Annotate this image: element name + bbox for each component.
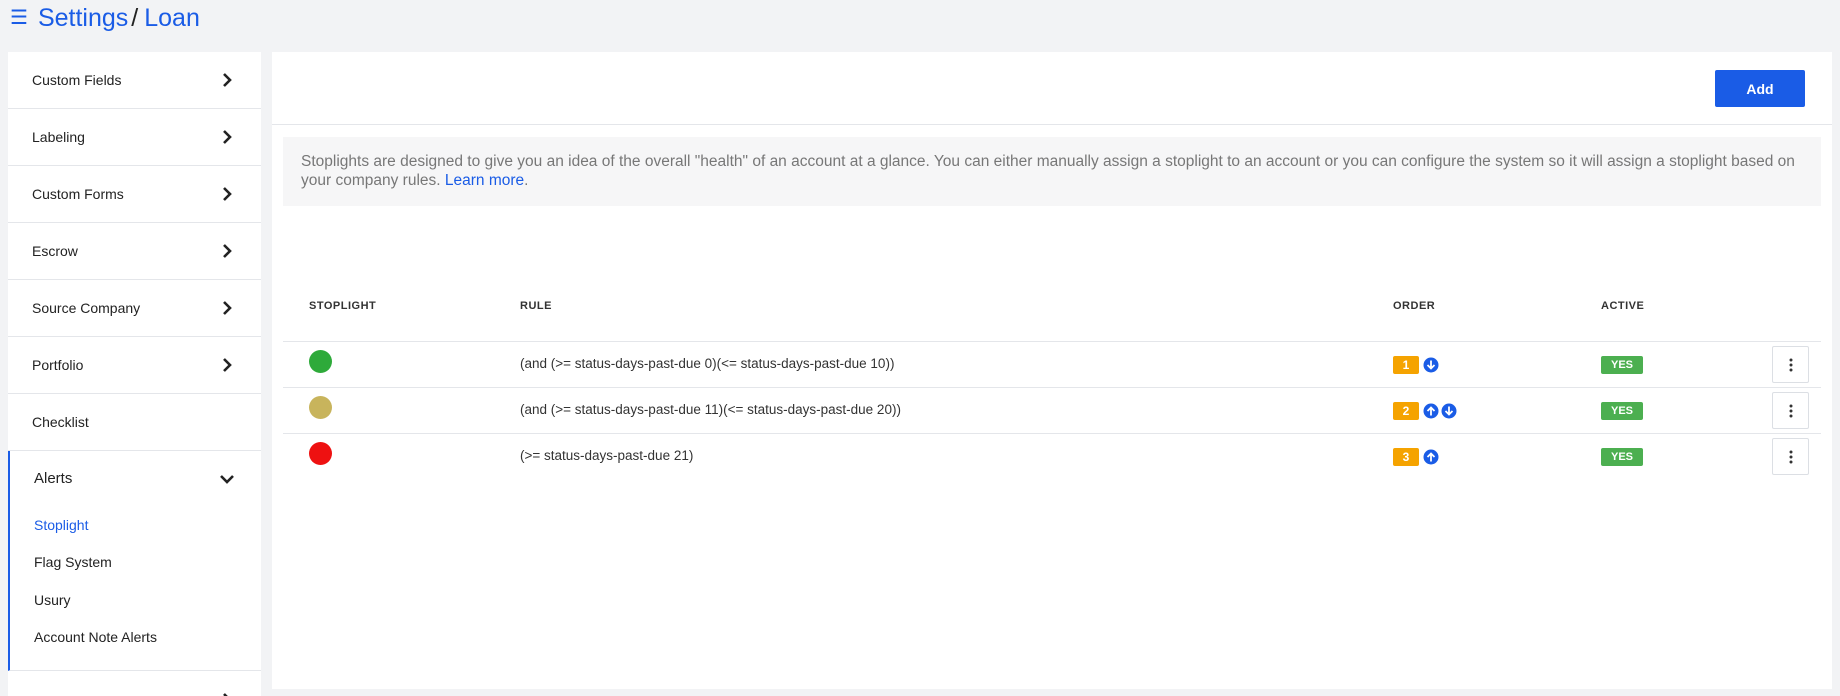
main-panel: Add Stoplights are designed to give you … bbox=[272, 52, 1832, 689]
sidebar-item-alerts[interactable]: Alerts bbox=[10, 451, 261, 506]
sidebar-item-partial[interactable] bbox=[8, 671, 261, 696]
breadcrumb-loan[interactable]: Loan bbox=[144, 4, 200, 33]
rule-text: (>= status-days-past-due 21) bbox=[520, 448, 694, 463]
order-badge: 3 bbox=[1393, 448, 1419, 466]
arrow-down-circle-icon[interactable] bbox=[1423, 357, 1439, 373]
hamburger-icon[interactable]: ☰ bbox=[10, 8, 28, 28]
add-button[interactable]: Add bbox=[1715, 70, 1805, 107]
table-row: (and (>= status-days-past-due 11)(<= sta… bbox=[283, 388, 1821, 434]
rule-text: (and (>= status-days-past-due 0)(<= stat… bbox=[520, 356, 895, 371]
chevron-right-icon bbox=[223, 73, 232, 87]
breadcrumb-settings[interactable]: Settings bbox=[38, 4, 128, 33]
sidebar-item-checklist[interactable]: Checklist bbox=[8, 394, 261, 451]
column-header-order: ORDER bbox=[1393, 300, 1436, 312]
sidebar-item-label: Checklist bbox=[32, 414, 89, 430]
arrow-up-circle-icon[interactable] bbox=[1423, 449, 1439, 465]
sidebar-subitem-flag-system[interactable]: Flag System bbox=[10, 544, 261, 582]
sidebar-subitem-stoplight[interactable]: Stoplight bbox=[10, 506, 261, 544]
chevron-right-icon bbox=[223, 301, 232, 315]
sidebar-item-label: Custom Fields bbox=[32, 72, 122, 88]
sidebar-item-label: Escrow bbox=[32, 243, 78, 259]
column-header-rule: RULE bbox=[520, 300, 552, 312]
sidebar-item-source-company[interactable]: Source Company bbox=[8, 280, 261, 337]
arrow-down-circle-icon[interactable] bbox=[1441, 403, 1457, 419]
order-badge: 2 bbox=[1393, 402, 1419, 420]
sidebar-item-label: Portfolio bbox=[32, 357, 84, 373]
sidebar-subitem-usury[interactable]: Usury bbox=[10, 581, 261, 619]
table-header: STOPLIGHT RULE ORDER ACTIVE bbox=[283, 250, 1821, 342]
sidebar-item-label: Labeling bbox=[32, 129, 85, 145]
chevron-right-icon bbox=[223, 187, 232, 201]
sidebar-item-escrow[interactable]: Escrow bbox=[8, 223, 261, 280]
sidebar-item-custom-fields[interactable]: Custom Fields bbox=[8, 52, 261, 109]
sidebar-item-portfolio[interactable]: Portfolio bbox=[8, 337, 261, 394]
sidebar-item-label: Custom Forms bbox=[32, 186, 124, 202]
info-end: . bbox=[524, 172, 529, 189]
active-badge: YES bbox=[1601, 356, 1643, 374]
order-cell: 3 bbox=[1393, 448, 1439, 466]
stoplight-green-indicator bbox=[309, 350, 332, 373]
chevron-right-icon bbox=[223, 244, 232, 258]
main-header: Add bbox=[272, 52, 1832, 125]
sidebar-item-label: Source Company bbox=[32, 300, 141, 316]
sidebar: Custom Fields Labeling Custom Forms Escr… bbox=[8, 52, 261, 696]
top-bar: ☰ Settings / Loan bbox=[0, 0, 200, 36]
order-badge: 1 bbox=[1393, 356, 1419, 374]
row-actions-button[interactable] bbox=[1772, 346, 1809, 383]
info-banner: Stoplights are designed to give you an i… bbox=[283, 137, 1821, 206]
stoplight-table: STOPLIGHT RULE ORDER ACTIVE (and (>= sta… bbox=[283, 250, 1821, 480]
chevron-right-icon bbox=[223, 130, 232, 144]
sidebar-group-label: Alerts bbox=[34, 470, 73, 487]
table-row: (and (>= status-days-past-due 0)(<= stat… bbox=[283, 342, 1821, 388]
column-header-active: ACTIVE bbox=[1601, 300, 1645, 312]
learn-more-link[interactable]: Learn more bbox=[445, 172, 524, 189]
breadcrumb-separator: / bbox=[131, 3, 139, 32]
column-header-stoplight: STOPLIGHT bbox=[309, 300, 377, 312]
active-badge: YES bbox=[1601, 448, 1643, 466]
chevron-right-icon bbox=[223, 358, 232, 372]
arrow-up-circle-icon[interactable] bbox=[1423, 403, 1439, 419]
chevron-down-icon bbox=[220, 474, 234, 484]
kebab-menu-icon bbox=[1789, 404, 1792, 417]
kebab-menu-icon bbox=[1789, 450, 1792, 463]
kebab-menu-icon bbox=[1789, 358, 1792, 371]
chevron-right-icon bbox=[223, 692, 229, 696]
active-badge: YES bbox=[1601, 402, 1643, 420]
rule-text: (and (>= status-days-past-due 11)(<= sta… bbox=[520, 402, 901, 417]
row-actions-button[interactable] bbox=[1772, 392, 1809, 429]
row-actions-button[interactable] bbox=[1772, 438, 1809, 475]
order-cell: 2 bbox=[1393, 402, 1457, 420]
stoplight-red-indicator bbox=[309, 442, 332, 465]
table-row: (>= status-days-past-due 21) 3 YES bbox=[283, 434, 1821, 480]
stoplight-yellow-indicator bbox=[309, 396, 332, 419]
order-cell: 1 bbox=[1393, 356, 1439, 374]
sidebar-item-labeling[interactable]: Labeling bbox=[8, 109, 261, 166]
sidebar-subitem-account-note-alerts[interactable]: Account Note Alerts bbox=[10, 619, 261, 657]
sidebar-item-custom-forms[interactable]: Custom Forms bbox=[8, 166, 261, 223]
sidebar-group-alerts: Alerts Stoplight Flag System Usury Accou… bbox=[8, 451, 261, 671]
